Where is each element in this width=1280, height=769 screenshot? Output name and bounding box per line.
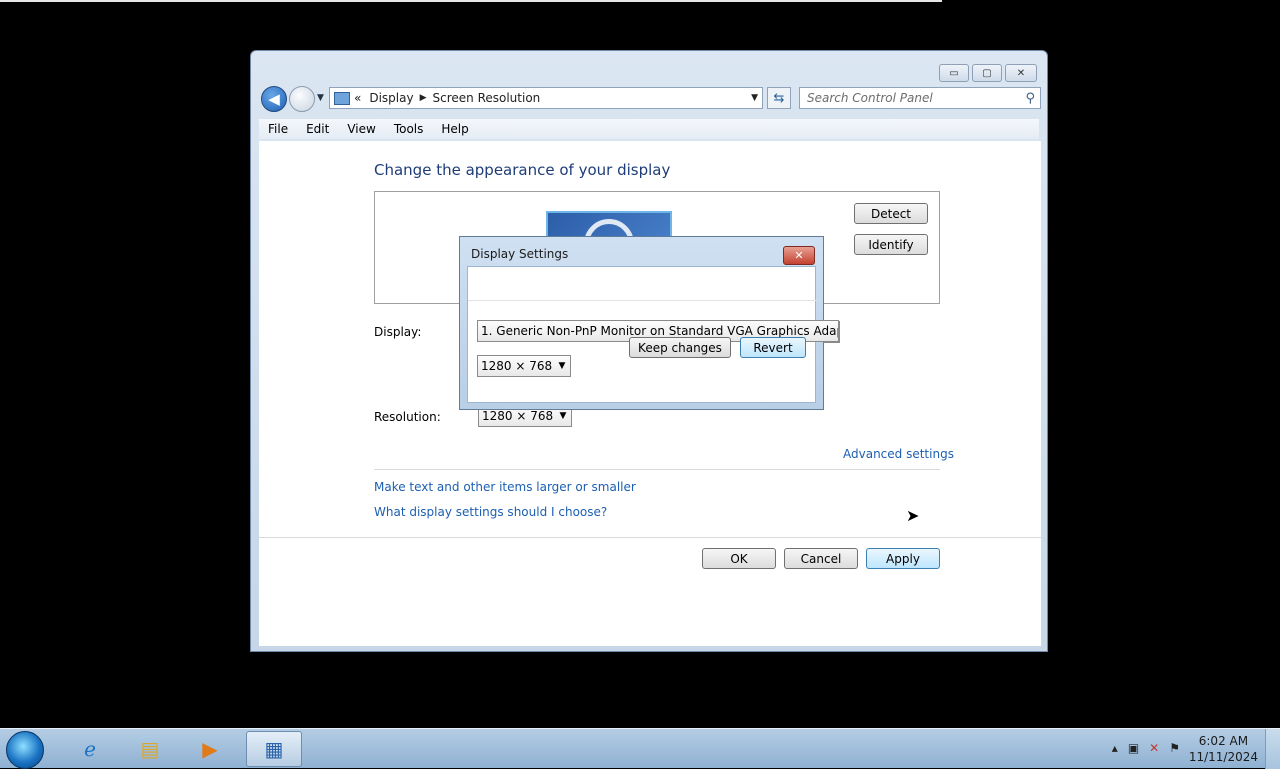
address-prefix: «	[354, 91, 362, 105]
recent-pages-chevron-icon[interactable]: ▼	[317, 93, 324, 103]
breadcrumb-separator-icon[interactable]: ▶	[420, 93, 427, 103]
dialog-divider	[468, 300, 817, 301]
show-hidden-icons-icon[interactable]: ▴	[1112, 741, 1118, 755]
address-bar[interactable]: « Display ▶ Screen Resolution ▼	[329, 87, 763, 109]
resolution-select-overlay-value: 1280 × 768	[481, 359, 553, 373]
refresh-button[interactable]: ⇆	[767, 87, 791, 109]
revert-button[interactable]: Revert	[740, 337, 806, 358]
divider	[259, 537, 1041, 538]
close-button[interactable]: ✕	[1005, 64, 1037, 82]
back-arrow-icon: ◀	[268, 90, 280, 108]
ok-button[interactable]: OK	[702, 548, 776, 569]
start-button[interactable]	[6, 731, 44, 769]
menu-help[interactable]: Help	[432, 122, 477, 136]
apply-button[interactable]: Apply	[866, 548, 940, 569]
refresh-icon: ⇆	[773, 90, 785, 106]
resolution-select-value: 1280 × 768	[482, 409, 554, 423]
taskbar: ℯ ▤ ▶ ▦ ▴ ▣ ✕ ⚑ 6:02 AM 11/11/2024	[0, 728, 1280, 769]
display-settings-help-link[interactable]: What display settings should I choose?	[374, 505, 607, 519]
maximize-button[interactable]: ▢	[972, 64, 1002, 82]
chevron-down-icon: ▼	[558, 361, 566, 371]
address-dropdown-icon[interactable]: ▼	[751, 93, 758, 103]
menu-view[interactable]: View	[338, 122, 384, 136]
display-label: Display:	[374, 325, 422, 339]
cancel-button[interactable]: Cancel	[784, 548, 858, 569]
forward-button[interactable]	[289, 86, 315, 112]
clock-time: 6:02 AM	[1198, 734, 1249, 748]
system-tray: ▴ ▣ ✕ ⚑	[1112, 741, 1180, 755]
text-size-link[interactable]: Make text and other items larger or smal…	[374, 480, 636, 494]
navigation-bar: ◀ ▼ « Display ▶ Screen Resolution ▼ ⇆ Se…	[259, 85, 1041, 112]
divider	[374, 469, 940, 470]
control-panel-icon	[334, 91, 350, 105]
windows-explorer-icon[interactable]: ▤	[122, 731, 178, 767]
keep-changes-button[interactable]: Keep changes	[629, 337, 731, 358]
menu-bar: File Edit View Tools Help	[259, 119, 1039, 139]
search-placeholder: Search Control Panel	[807, 91, 933, 105]
back-button[interactable]: ◀	[261, 86, 287, 112]
volume-muted-icon[interactable]: ✕	[1149, 741, 1159, 755]
breadcrumb-screen-resolution[interactable]: Screen Resolution	[433, 91, 541, 105]
caption-buttons: ▭ ▢ ✕	[939, 64, 1037, 82]
minimize-button[interactable]: ▭	[939, 64, 969, 82]
resolution-select-overlay[interactable]: 1280 × 768 ▼	[477, 355, 571, 377]
mouse-pointer-icon: ➤	[906, 506, 920, 525]
chevron-down-icon: ▼	[559, 411, 567, 421]
search-input[interactable]: Search Control Panel ⚲	[799, 87, 1041, 109]
identify-button[interactable]: Identify	[854, 234, 928, 255]
search-icon[interactable]: ⚲	[1025, 91, 1035, 106]
network-icon[interactable]: ▣	[1128, 741, 1139, 755]
control-panel-taskbar-icon[interactable]: ▦	[246, 731, 302, 767]
breadcrumb-display[interactable]: Display	[369, 91, 413, 105]
clock-date: 11/11/2024	[1188, 750, 1258, 764]
internet-explorer-icon[interactable]: ℯ	[62, 731, 118, 767]
dialog-title: Display Settings	[471, 247, 569, 261]
menu-edit[interactable]: Edit	[297, 122, 338, 136]
show-desktop-button[interactable]	[1265, 729, 1280, 769]
menu-file[interactable]: File	[259, 122, 297, 136]
display-select-overlay-value: 1. Generic Non-PnP Monitor on Standard V…	[481, 324, 839, 338]
dialog-close-button[interactable]: ✕	[783, 246, 815, 265]
menu-tools[interactable]: Tools	[385, 122, 433, 136]
advanced-settings-link[interactable]: Advanced settings	[843, 447, 954, 461]
detect-button[interactable]: Detect	[854, 203, 928, 224]
page-title: Change the appearance of your display	[374, 161, 671, 179]
action-center-flag-icon[interactable]: ⚑	[1169, 741, 1180, 755]
resolution-label: Resolution:	[374, 410, 441, 424]
screen-top-line	[0, 0, 942, 2]
media-player-icon[interactable]: ▶	[182, 731, 238, 767]
clock[interactable]: 6:02 AM 11/11/2024	[1189, 733, 1258, 765]
